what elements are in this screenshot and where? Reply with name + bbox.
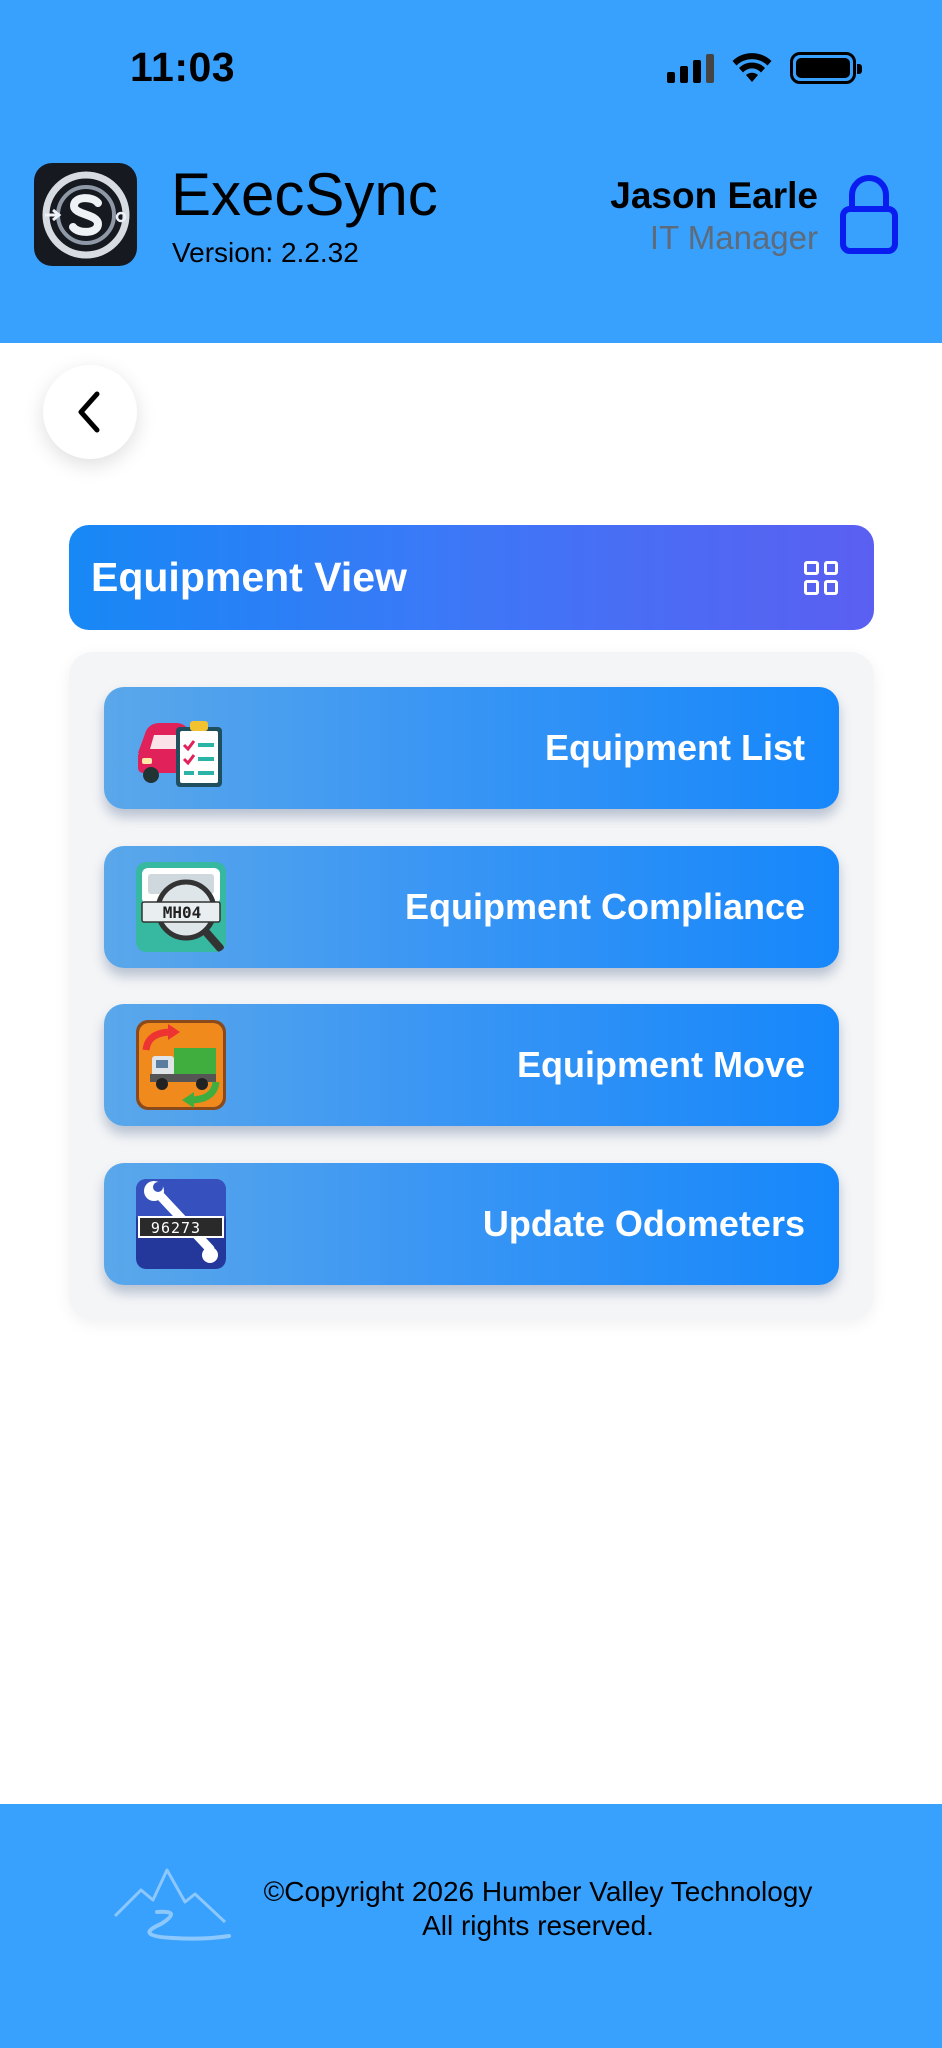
app-title: ExecSync: [171, 161, 438, 228]
equipment-move-button[interactable]: Equipment Move: [104, 1004, 839, 1126]
section-title: Equipment View: [91, 554, 407, 600]
menu-label: Equipment List: [545, 727, 805, 768]
chevron-left-icon: [78, 391, 100, 433]
odometer-reading: 96273: [151, 1219, 201, 1237]
lock-icon[interactable]: [838, 175, 900, 255]
grid-icon[interactable]: [804, 560, 838, 595]
rights-text: All rights reserved.: [422, 1910, 654, 1941]
battery-icon: [790, 52, 862, 84]
update-odometers-button[interactable]: 96273 Update Odometers: [104, 1163, 839, 1285]
wifi-icon: [732, 53, 772, 82]
status-time: 11:03: [130, 44, 236, 90]
user-role: IT Manager: [649, 219, 818, 256]
svg-text:MH04: MH04: [163, 903, 202, 922]
status-icons: [667, 52, 862, 84]
user-name: Jason Earle: [610, 175, 818, 216]
equipment-compliance-button[interactable]: MH04 Equipment Compliance: [104, 846, 839, 968]
section-header: Equipment View: [69, 525, 874, 630]
odometer-wrench-icon: 96273: [136, 1179, 226, 1269]
cellular-signal-icon: [667, 53, 714, 83]
app-logo: [34, 163, 137, 266]
execsync-logo-icon: [42, 171, 129, 258]
mountain-river-logo-icon: [113, 1868, 231, 1941]
footer-copyright: ©Copyright 2026 Humber Valley Technology…: [238, 1875, 838, 1943]
menu-label: Equipment Move: [516, 1044, 805, 1085]
copyright-text: ©Copyright 2026 Humber Valley Technology: [263, 1876, 813, 1907]
back-button[interactable]: [43, 365, 137, 459]
license-plate-magnifier-icon: MH04: [136, 862, 226, 952]
menu-label: Update Odometers: [482, 1203, 805, 1244]
car-checklist-icon: [136, 703, 226, 793]
equipment-list-button[interactable]: Equipment List: [104, 687, 839, 809]
app-header: 11:03 ExecSync Version: 2.2.32 Jason Ear…: [0, 0, 942, 343]
truck-transfer-icon: [136, 1020, 226, 1110]
menu-label: Equipment Compliance: [404, 886, 805, 927]
app-version: Version: 2.2.32: [172, 237, 359, 268]
